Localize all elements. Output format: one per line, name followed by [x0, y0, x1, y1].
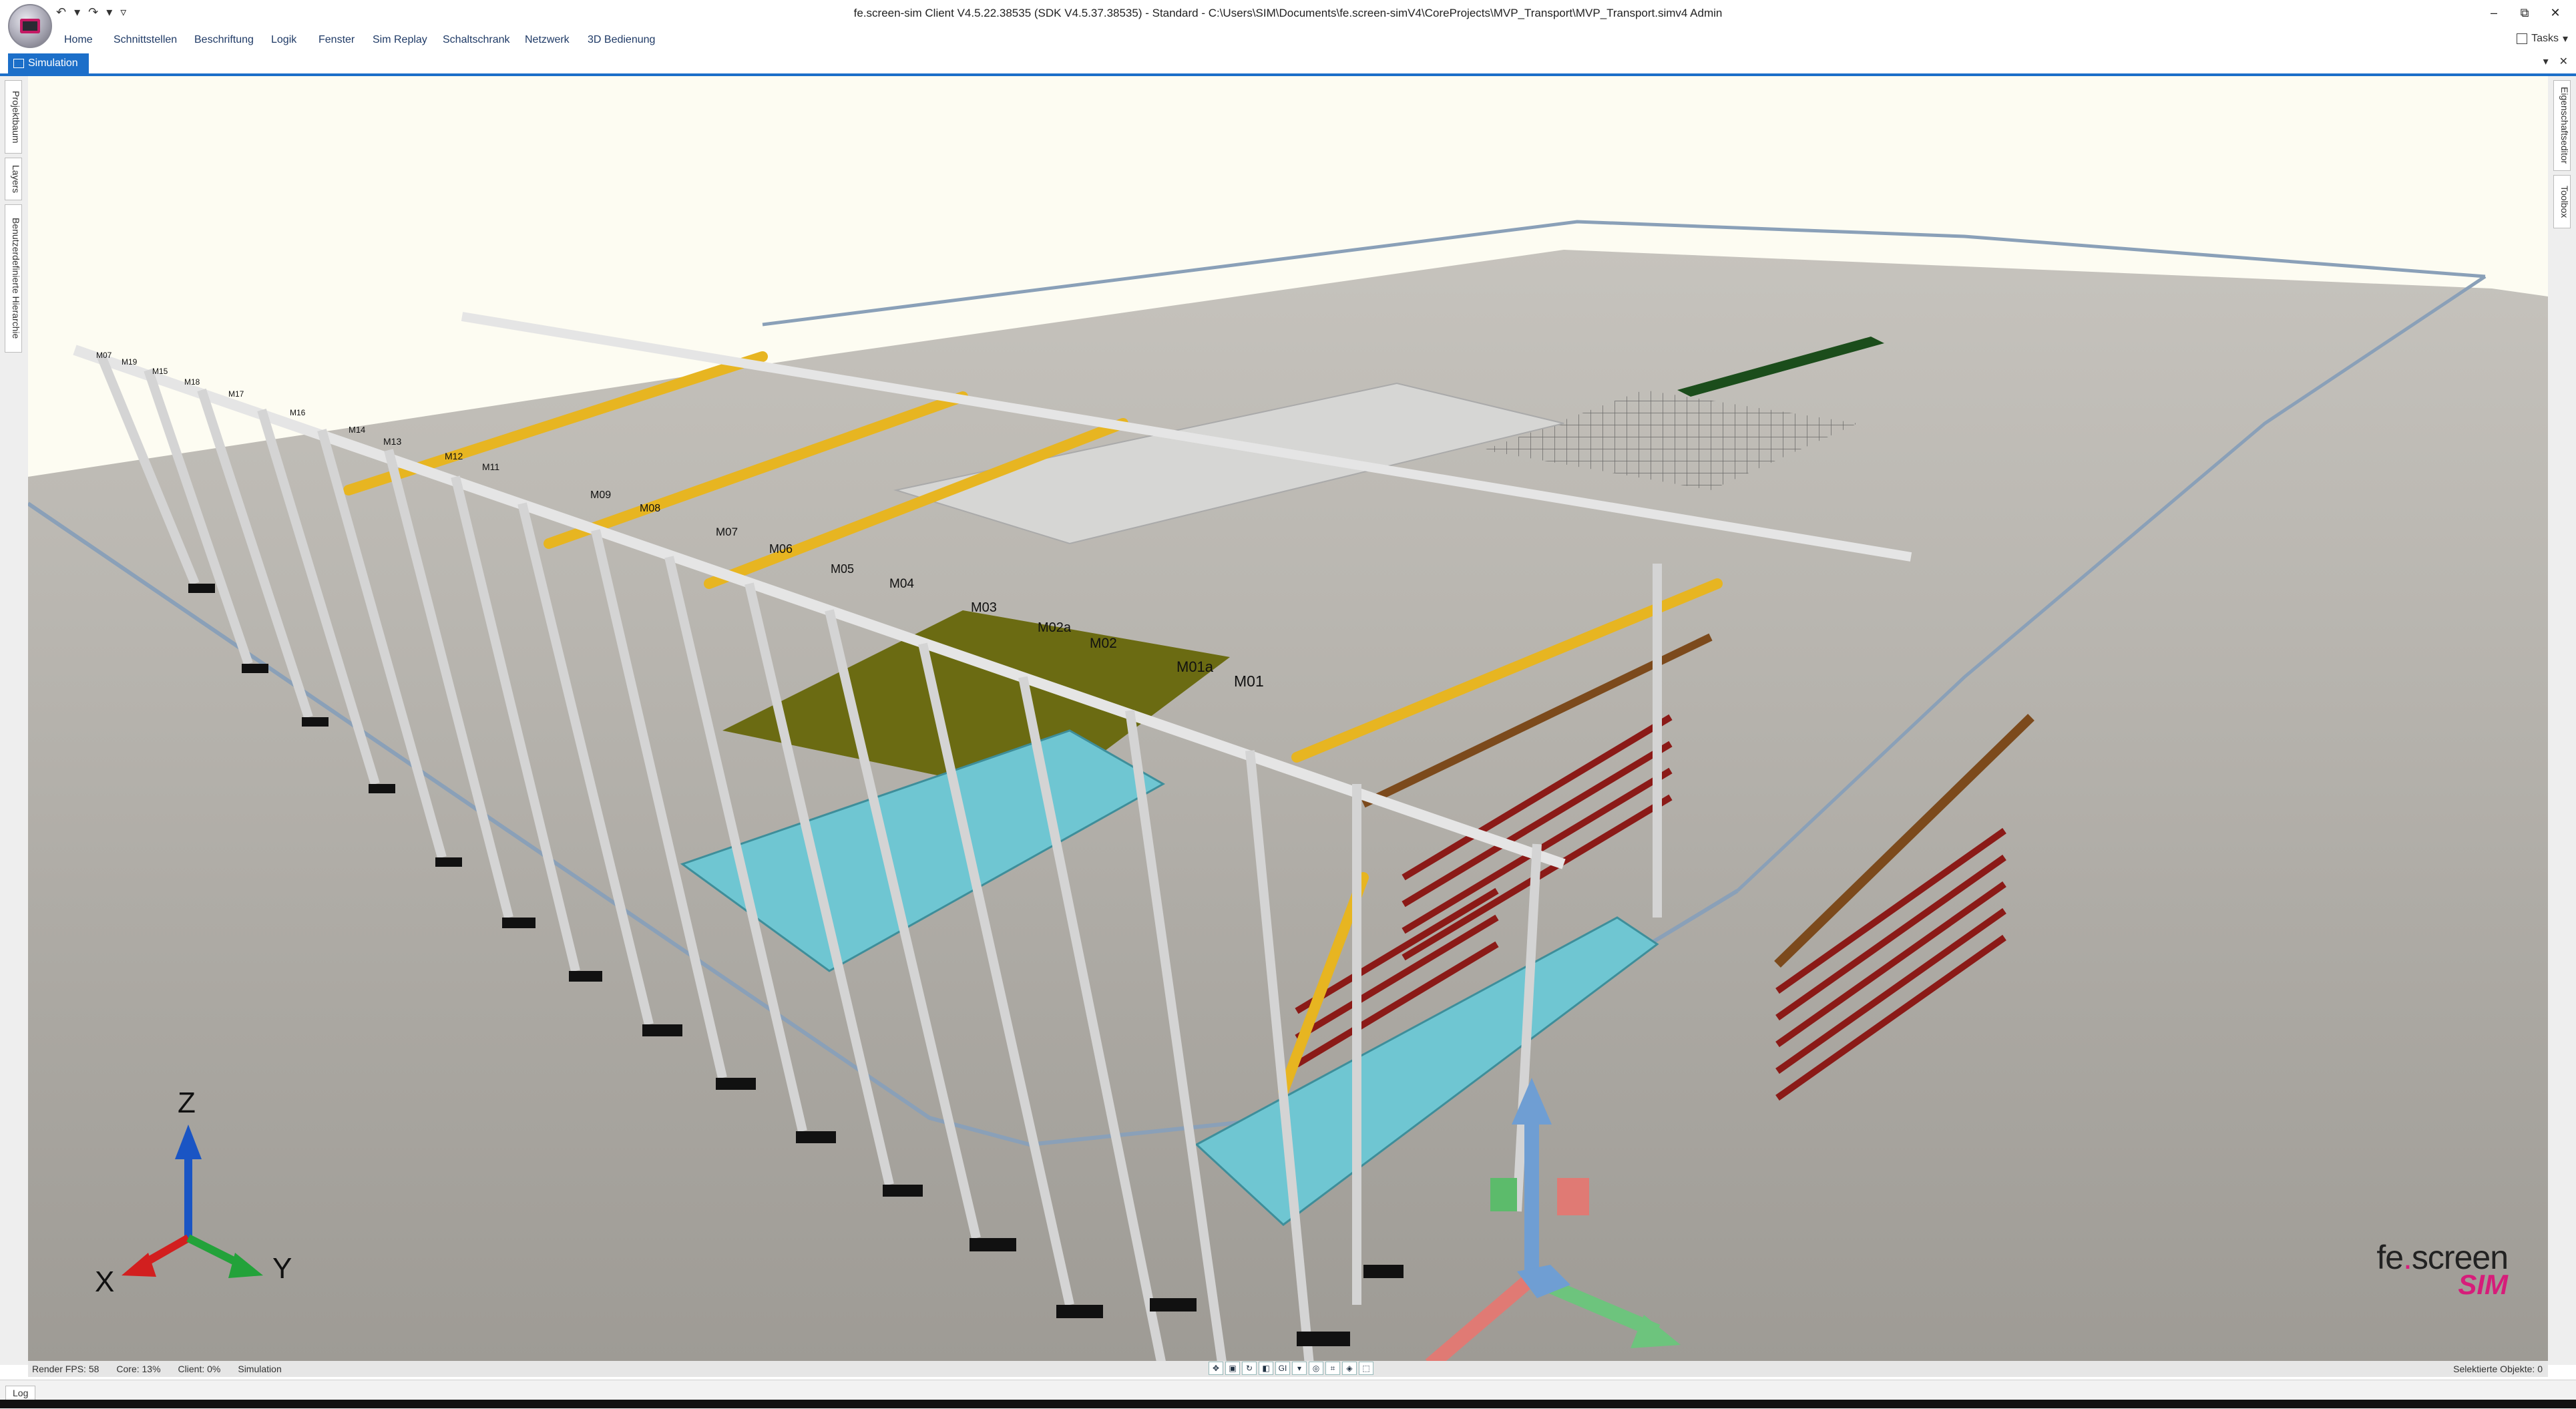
menu-fenster[interactable]: Fenster	[318, 34, 355, 46]
view-icon[interactable]: ⬚	[1359, 1362, 1373, 1375]
menu-bar: Home Schnittstellen Beschriftung Logik F…	[0, 28, 2576, 51]
axis-label-y: Y	[272, 1252, 292, 1285]
tasks-icon	[2517, 33, 2528, 44]
menu-logik[interactable]: Logik	[271, 34, 296, 46]
panel-tab-toolbox[interactable]: Toolbox	[2553, 175, 2571, 228]
status-selected: Selektierte Objekte: 0	[2453, 1364, 2543, 1374]
window-title: fe.screen-sim Client V4.5.22.38535 (SDK …	[853, 7, 1723, 19]
camera-icon[interactable]: ◧	[1259, 1362, 1273, 1375]
document-tab-bar: Simulation ▾ ✕	[0, 51, 2576, 76]
station-label: M15	[152, 367, 168, 376]
dropdown-icon[interactable]: ▾	[1292, 1362, 1307, 1375]
station-label: M07	[716, 526, 738, 538]
axis-label-z: Z	[178, 1086, 196, 1119]
station-label: M01	[1234, 672, 1264, 690]
station-label: M09	[590, 489, 611, 501]
gi-icon[interactable]: GI	[1275, 1362, 1290, 1375]
render-icon[interactable]: ◎	[1309, 1362, 1323, 1375]
menu-sim-replay[interactable]: Sim Replay	[373, 34, 427, 46]
grid-icon[interactable]: ⌗	[1325, 1362, 1340, 1375]
station-label: M16	[290, 408, 306, 417]
menu-beschriftung[interactable]: Beschriftung	[194, 34, 254, 46]
3d-viewport[interactable]: M07 M19 M15 M18 M17 M16 M14 M13 M12 M11 …	[28, 76, 2548, 1361]
brand-logo: fe.screen SIM	[2376, 1238, 2509, 1301]
left-panel-rail: Projektbaum Layers Benutzerdefinierte Hi…	[0, 76, 29, 1365]
status-left: Render FPS: 58 Core: 13% Client: 0% Simu…	[32, 1364, 282, 1374]
minimize-button[interactable]: –	[2479, 1, 2509, 24]
view-toolbar: ✥ ▣ ↻ ◧ GI ▾ ◎ ⌗ ◈ ⬚	[1209, 1362, 1373, 1375]
axis-label-x: X	[95, 1265, 114, 1298]
app-logo-icon[interactable]	[8, 4, 52, 48]
panel-tab-eigenschaftseditor[interactable]: Eigenschaftseditor	[2553, 80, 2571, 171]
status-fps: Render FPS: 58	[32, 1364, 99, 1374]
station-label: M05	[831, 562, 854, 576]
station-label: M14	[349, 425, 365, 435]
scale-icon[interactable]: ▣	[1225, 1362, 1240, 1375]
status-mode: Simulation	[238, 1364, 282, 1374]
station-label: M01a	[1176, 658, 1214, 675]
rotate-icon[interactable]: ↻	[1242, 1362, 1257, 1375]
station-label: M12	[445, 451, 463, 461]
station-label: M06	[769, 542, 793, 556]
tab-log[interactable]: Log	[5, 1386, 36, 1400]
chevron-down-icon: ▾	[2562, 33, 2568, 45]
tasks-button[interactable]: Tasks ▾	[2517, 32, 2568, 45]
bottom-border	[0, 1400, 2576, 1408]
panel-tab-benutzerdefinierte-hierarchie[interactable]: Benutzerdefinierte Hierarchie	[5, 204, 22, 353]
restore-button[interactable]: ⧉	[2509, 1, 2540, 24]
tab-list-dropdown-icon[interactable]: ▾	[2543, 55, 2549, 68]
window-controls: – ⧉ ✕	[2479, 1, 2571, 24]
station-label: M02	[1090, 636, 1117, 651]
tab-close-icon[interactable]: ✕	[2559, 55, 2568, 68]
station-label: M08	[640, 503, 660, 514]
station-label: M19	[122, 357, 138, 367]
move-icon[interactable]: ✥	[1209, 1362, 1223, 1375]
simulation-tab-icon	[13, 59, 24, 68]
right-panel-rail: Eigenschaftseditor Toolbox	[2547, 76, 2576, 1365]
menu-3d-bedienung[interactable]: 3D Bedienung	[588, 34, 655, 46]
station-label: M17	[228, 389, 244, 399]
menu-home[interactable]: Home	[64, 34, 93, 46]
station-label: M11	[482, 461, 499, 472]
scene-canvas: M07 M19 M15 M18 M17 M16 M14 M13 M12 M11 …	[28, 220, 2548, 1361]
panel-tab-projektbaum[interactable]: Projektbaum	[5, 80, 22, 154]
tab-simulation-label: Simulation	[28, 57, 78, 69]
station-label: M02a	[1038, 620, 1072, 635]
station-label: M13	[383, 436, 401, 447]
station-label: M18	[184, 377, 200, 387]
close-button[interactable]: ✕	[2540, 1, 2571, 24]
tab-simulation[interactable]: Simulation	[8, 53, 89, 73]
status-bar: Render FPS: 58 Core: 13% Client: 0% Simu…	[28, 1361, 2548, 1377]
tasks-label: Tasks	[2531, 33, 2559, 44]
tab-buttons: ▾ ✕	[2543, 55, 2568, 68]
station-label: M07	[96, 351, 112, 360]
menu-schnittstellen[interactable]: Schnittstellen	[114, 34, 177, 46]
panel-tab-layers[interactable]: Layers	[5, 158, 22, 200]
title-bar: ↶ ▾ ↷ ▾ ▿ fe.screen-sim Client V4.5.22.3…	[0, 0, 2576, 28]
station-label: M03	[971, 600, 997, 615]
station-label: M04	[889, 577, 914, 591]
menu-netzwerk[interactable]: Netzwerk	[525, 34, 570, 46]
menu-schaltschrank[interactable]: Schaltschrank	[443, 34, 510, 46]
snap-icon[interactable]: ◈	[1342, 1362, 1357, 1375]
status-core: Core: 13%	[116, 1364, 161, 1374]
status-client: Client: 0%	[178, 1364, 221, 1374]
